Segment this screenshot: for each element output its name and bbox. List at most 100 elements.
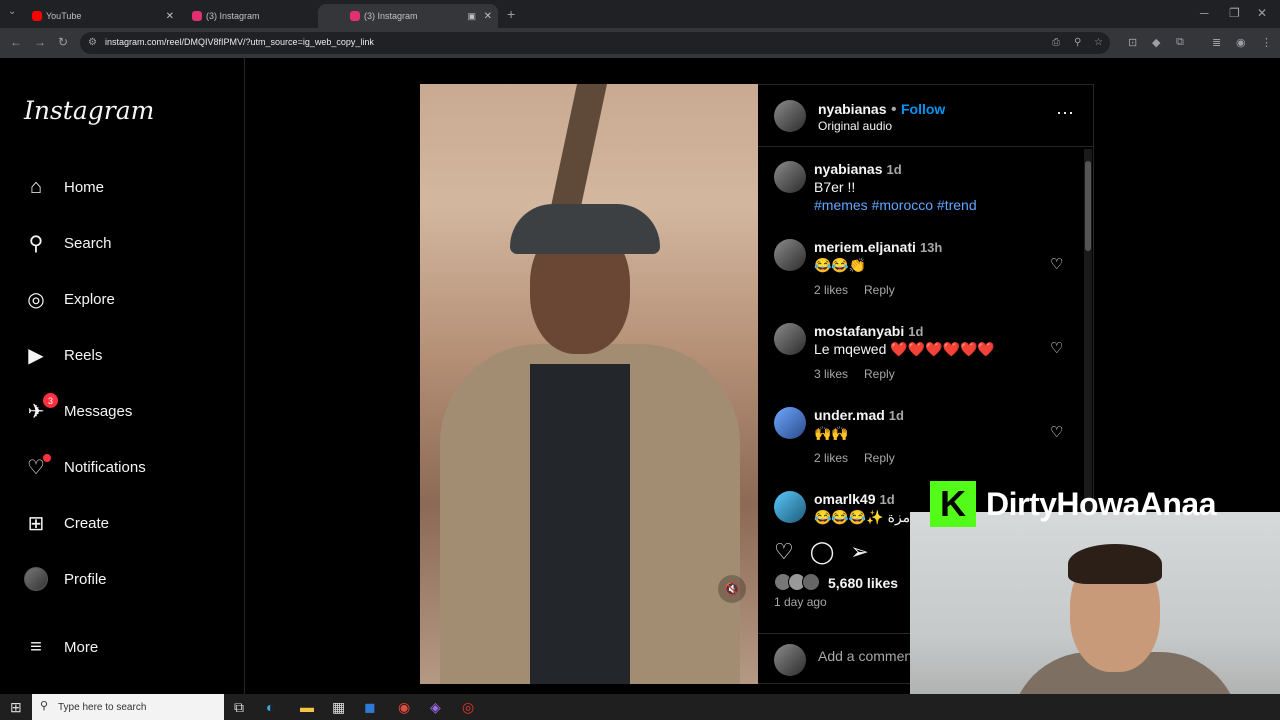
comment-meta: 2 likes Reply bbox=[814, 451, 911, 465]
sidebar-item-reels[interactable]: ▶ Reels bbox=[24, 340, 102, 370]
share-icon[interactable]: ➢ bbox=[850, 539, 868, 565]
more-options-icon[interactable]: ⋯ bbox=[1056, 103, 1074, 124]
avatar[interactable] bbox=[774, 239, 806, 271]
chrome-icon[interactable]: ◉ bbox=[398, 699, 410, 716]
browser-menu-icon[interactable]: ⋮ bbox=[1261, 36, 1272, 49]
tab-instagram-active[interactable]: (3) Instagram ▣ ✕ bbox=[318, 4, 498, 28]
avatar[interactable] bbox=[774, 161, 806, 193]
sidebar-item-profile[interactable]: Profile bbox=[24, 564, 107, 594]
sidebar-item-label: Messages bbox=[64, 402, 133, 420]
comment-text: 😂😂👏 bbox=[814, 257, 867, 273]
sidebar-item-messages[interactable]: ✈ 3 Messages bbox=[24, 393, 133, 426]
sidebar-item-label: Profile bbox=[64, 570, 107, 588]
caption-username[interactable]: nyabianas bbox=[814, 161, 882, 177]
forward-icon[interactable]: → bbox=[34, 35, 46, 49]
media-control-icon[interactable]: ≣ bbox=[1212, 36, 1221, 49]
mute-button[interactable]: 🔇 bbox=[718, 575, 746, 603]
webcam-overlay bbox=[910, 512, 1280, 720]
browser-tab-bar: ⌄ YouTube ✕ (3) Instagram ✕ (3) Instagra… bbox=[0, 0, 1280, 28]
messenger-icon: ✈ 3 bbox=[24, 393, 58, 423]
tab-instagram-1[interactable]: (3) Instagram ✕ bbox=[160, 4, 340, 28]
translate-icon[interactable]: ⊡ bbox=[1128, 36, 1137, 49]
reply-button[interactable]: Reply bbox=[864, 367, 895, 381]
instagram-icon bbox=[350, 11, 360, 21]
post-header: nyabianas • Follow Original audio ⋯ bbox=[758, 85, 1093, 147]
sidebar-item-home[interactable]: ⌂ Home bbox=[24, 172, 104, 202]
comment-username[interactable]: meriem.eljanati bbox=[814, 239, 916, 255]
app-icon[interactable]: ◈ bbox=[430, 699, 441, 716]
comment-username[interactable]: mostafanyabi bbox=[814, 323, 904, 339]
sidebar-item-search[interactable]: ⚲ Search bbox=[24, 228, 112, 258]
comment-likes[interactable]: 2 likes bbox=[814, 283, 848, 297]
comment-likes[interactable]: 2 likes bbox=[814, 451, 848, 465]
like-comment-icon[interactable]: ♡ bbox=[1050, 339, 1063, 357]
sidebar: Instagram ⌂ Home ⚲ Search ◎ Explore ▶ Re… bbox=[0, 58, 245, 694]
new-tab-icon[interactable]: + bbox=[507, 6, 515, 22]
sidebar-item-explore[interactable]: ◎ Explore bbox=[24, 284, 115, 314]
sidebar-item-label: Notifications bbox=[64, 458, 146, 476]
author-avatar[interactable] bbox=[774, 100, 806, 132]
close-window-icon[interactable]: ✕ bbox=[1257, 6, 1267, 20]
comment-icon[interactable]: ◯ bbox=[810, 539, 835, 565]
windows-start-icon[interactable]: ⊞ bbox=[10, 699, 22, 716]
close-icon[interactable]: ✕ bbox=[484, 11, 492, 22]
media-icon[interactable]: ▣ bbox=[467, 11, 476, 22]
sidebar-item-more[interactable]: ≡ More bbox=[24, 632, 98, 662]
back-icon[interactable]: ← bbox=[10, 35, 22, 49]
url-text[interactable]: instagram.com/reel/DMQIV8fIPMV/?utm_sour… bbox=[105, 37, 374, 47]
reel-video[interactable]: 🔇 bbox=[420, 84, 758, 684]
reply-button[interactable]: Reply bbox=[864, 283, 895, 297]
like-icon[interactable]: ♡ bbox=[774, 539, 794, 565]
file-explorer-icon[interactable]: ▬ bbox=[300, 699, 314, 715]
task-view-icon[interactable]: ⧉ bbox=[234, 699, 244, 716]
list-item: mostafanyabi 1d Le mqewed ❤️❤️❤️❤️❤️❤️ 3 … bbox=[774, 323, 1074, 393]
zoom-icon[interactable]: ⚲ bbox=[1074, 37, 1081, 48]
audio-label[interactable]: Original audio bbox=[818, 119, 892, 133]
likes-count[interactable]: 5,680 likes bbox=[828, 575, 898, 591]
author-username[interactable]: nyabianas bbox=[818, 101, 886, 117]
messages-badge: 3 bbox=[43, 393, 58, 408]
bookmark-star-icon[interactable]: ☆ bbox=[1094, 37, 1103, 48]
extension-icon[interactable]: ◆ bbox=[1152, 36, 1160, 49]
store-icon[interactable]: ▦ bbox=[332, 699, 345, 716]
comment-username[interactable]: omarlk49 bbox=[814, 491, 875, 507]
sidebar-item-label: Reels bbox=[64, 346, 103, 364]
tab-youtube[interactable]: YouTube ✕ bbox=[0, 4, 180, 28]
menu-icon: ≡ bbox=[30, 635, 42, 658]
like-comment-icon[interactable]: ♡ bbox=[1050, 255, 1063, 273]
taskbar-search[interactable]: ⚲ Type here to search bbox=[32, 694, 224, 720]
edge-icon[interactable]: ◐ bbox=[266, 699, 274, 715]
avatar[interactable] bbox=[774, 323, 806, 355]
comment-time: 1d bbox=[908, 324, 924, 339]
separator-dot: • bbox=[890, 101, 901, 118]
sidebar-item-create[interactable]: ⊞ Create bbox=[24, 508, 109, 538]
install-icon[interactable]: ⎙ bbox=[1052, 37, 1060, 48]
caption-hashtags[interactable]: #memes #morocco #trend bbox=[814, 197, 977, 213]
reload-icon[interactable]: ↻ bbox=[58, 35, 68, 49]
avatar bbox=[774, 644, 806, 676]
comment-text: Le mqewed ❤️❤️❤️❤️❤️❤️ bbox=[814, 341, 995, 357]
like-comment-icon[interactable]: ♡ bbox=[1050, 423, 1063, 441]
comment-username[interactable]: under.mad bbox=[814, 407, 885, 423]
profile-icon[interactable]: ◉ bbox=[1236, 36, 1246, 49]
avatar[interactable] bbox=[774, 491, 806, 523]
sidebar-item-notifications[interactable]: ♡ Notifications bbox=[24, 452, 146, 482]
minimize-icon[interactable]: ─ bbox=[1200, 6, 1209, 20]
heart-icon: ♡ bbox=[24, 454, 51, 479]
instagram-logo[interactable]: Instagram bbox=[24, 96, 154, 125]
reply-button[interactable]: Reply bbox=[864, 451, 895, 465]
obs-icon[interactable]: ◎ bbox=[462, 699, 474, 716]
follow-button[interactable]: Follow bbox=[901, 101, 945, 117]
comment-time: 1d bbox=[879, 492, 895, 507]
omnibox[interactable]: ⚙ instagram.com/reel/DMQIV8fIPMV/?utm_so… bbox=[80, 32, 1110, 54]
comment-user-line: omarlk49 1d bbox=[814, 491, 895, 507]
speaker-icon: 🔇 bbox=[724, 582, 740, 596]
comment-likes[interactable]: 3 likes bbox=[814, 367, 848, 381]
outlook-icon[interactable]: ◼ bbox=[364, 699, 376, 716]
puzzle-icon[interactable]: ⧉ bbox=[1176, 36, 1184, 49]
restore-icon[interactable]: ❐ bbox=[1229, 6, 1240, 20]
scrollbar-thumb[interactable] bbox=[1085, 161, 1091, 251]
site-info-icon[interactable]: ⚙ bbox=[88, 37, 97, 48]
avatar[interactable] bbox=[774, 407, 806, 439]
taskbar-search-input[interactable]: Type here to search bbox=[58, 702, 146, 713]
